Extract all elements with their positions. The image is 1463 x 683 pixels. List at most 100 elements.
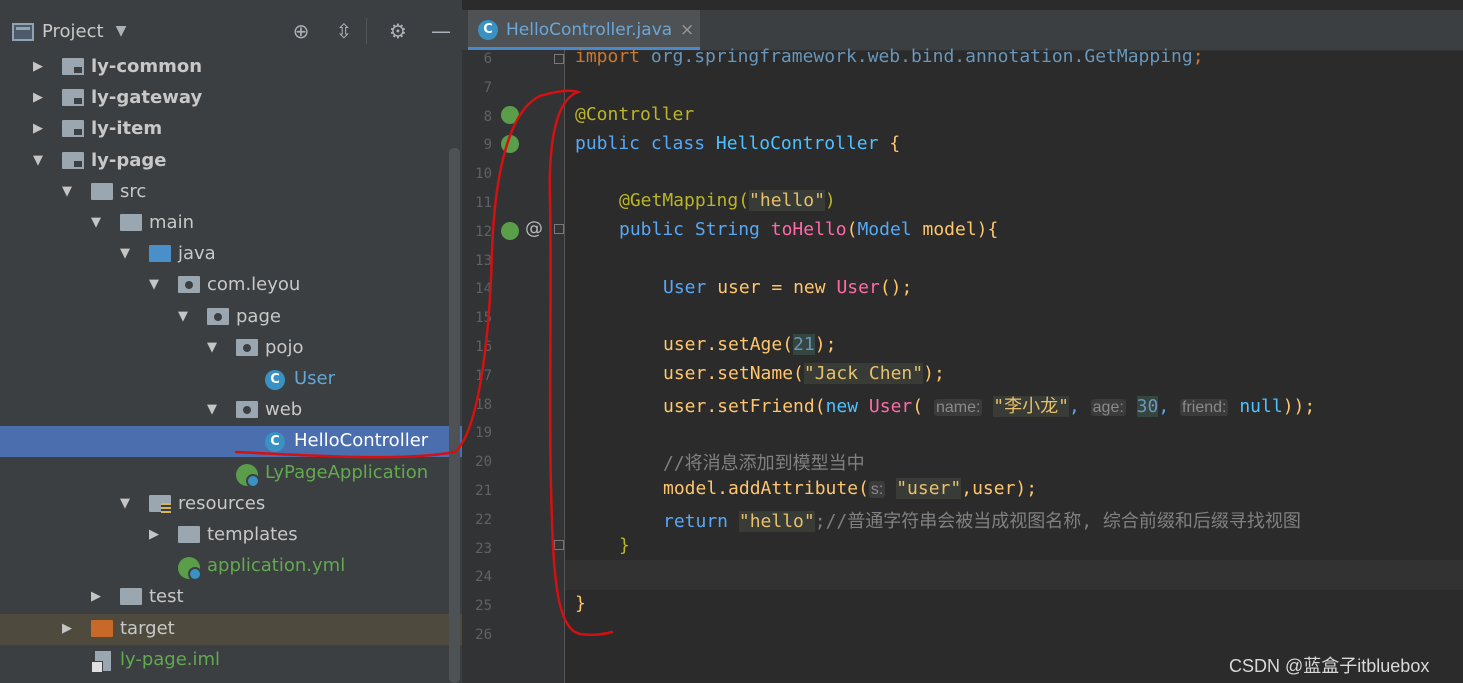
string-literal: "hello"	[749, 190, 825, 211]
code-line-18[interactable]: user.setFriend(new User( name: "李小龙", ag…	[663, 392, 1315, 418]
tree-item-page[interactable]: ▼ page	[0, 302, 462, 333]
chevron-down-icon[interactable]: ▼	[120, 246, 134, 262]
collapse-icon[interactable]: ⇳	[331, 18, 357, 44]
folder-icon	[120, 588, 142, 605]
tree-item-web[interactable]: ▼ web	[0, 395, 462, 426]
paren: );	[923, 363, 945, 384]
spring-bean-icon[interactable]	[501, 135, 519, 153]
close-icon[interactable]: ×	[680, 20, 694, 40]
chevron-down-icon[interactable]: ▼	[33, 153, 47, 169]
string-literal: "user"	[896, 478, 962, 499]
param-hint: age:	[1090, 399, 1126, 416]
brace: {	[889, 133, 901, 154]
tree-item-main[interactable]: ▼ main	[0, 208, 462, 239]
comment: ;//普通字符串会被当成视图名称, 综合前缀和后缀寻找视图	[814, 511, 1301, 532]
class-icon: C	[478, 20, 498, 40]
code-line-12[interactable]: public String toHello(Model model){	[619, 219, 998, 240]
at-icon[interactable]: @	[525, 220, 543, 238]
variable: user	[717, 277, 761, 298]
chevron-down-icon[interactable]: ▼	[149, 277, 163, 293]
tree-item-lypageapplication[interactable]: LyPageApplication	[0, 458, 462, 489]
code-line-11[interactable]: @GetMapping("hello")	[619, 190, 836, 211]
tree-item-ly-gateway[interactable]: ▶ ly-gateway	[0, 83, 462, 114]
gear-icon[interactable]: ⚙	[385, 18, 411, 44]
tab-hellocontroller[interactable]: C HelloController.java ×	[468, 10, 700, 50]
chevron-right-icon[interactable]: ▶	[91, 589, 105, 605]
locate-icon[interactable]: ⊕	[288, 18, 314, 44]
tree-item-ly-item[interactable]: ▶ ly-item	[0, 114, 462, 145]
line-number: 26	[475, 627, 492, 643]
spring-mapping-icon[interactable]	[501, 222, 519, 240]
code-line-17[interactable]: user.setName("Jack Chen");	[663, 363, 945, 384]
code-line-20[interactable]: //将消息添加到模型当中	[663, 449, 865, 475]
chevron-right-icon[interactable]: ▶	[33, 121, 47, 137]
comment: //将消息添加到模型当中	[663, 453, 865, 474]
tree-item-java[interactable]: ▼ java	[0, 239, 462, 270]
chevron-down-icon[interactable]: ▼	[207, 340, 221, 356]
chevron-right-icon[interactable]: ▶	[149, 527, 163, 543]
tree-item-com-leyou[interactable]: ▼ com.leyou	[0, 270, 462, 301]
scrollbar[interactable]	[449, 148, 460, 683]
code-line-22[interactable]: return "hello";//普通字符串会被当成视图名称, 综合前缀和后缀寻…	[663, 507, 1301, 533]
tab-bar: C HelloController.java ×	[462, 10, 1463, 51]
keyword: new	[825, 396, 859, 417]
chevron-right-icon[interactable]: ▶	[33, 59, 47, 75]
tree-item-ly-page[interactable]: ▼ ly-page	[0, 146, 462, 177]
minimize-icon[interactable]: —	[428, 18, 454, 44]
tree-item-label: ly-page	[91, 150, 167, 171]
keyword: null	[1239, 396, 1283, 417]
line-number: 7	[483, 79, 492, 96]
fold-marker[interactable]	[554, 54, 564, 64]
code-line-14[interactable]: User user = new User();	[663, 277, 912, 298]
line-number: 18	[475, 396, 492, 413]
code-line-25[interactable]: }	[575, 593, 586, 614]
code-line-9[interactable]: public class HelloController {	[575, 133, 900, 154]
chevron-down-icon[interactable]: ▼	[91, 215, 105, 231]
chevron-down-icon[interactable]: ▼	[207, 402, 221, 418]
package-icon	[207, 308, 229, 325]
keyword: return	[663, 511, 729, 532]
tree-item-src[interactable]: ▼ src	[0, 177, 462, 208]
tree-item-label: pojo	[265, 337, 304, 358]
code-line-8[interactable]: @Controller	[575, 104, 694, 125]
tree-item-application-yml[interactable]: application.yml	[0, 551, 462, 582]
code-line-6[interactable]: import org.springframework.web.bind.anno…	[575, 46, 1204, 67]
method-name: toHello	[770, 219, 847, 240]
line-number: 11	[475, 195, 492, 211]
line-number: 16	[475, 339, 492, 355]
tree-item-label: User	[294, 368, 336, 389]
tree-item-target[interactable]: ▶ target	[0, 614, 462, 645]
fold-marker[interactable]	[554, 224, 564, 234]
spring-bean-icon[interactable]	[501, 106, 519, 124]
project-title[interactable]: Project	[42, 21, 104, 42]
line-number: 10	[475, 166, 492, 183]
line-number: 24	[475, 569, 492, 586]
tree-item-resources[interactable]: ▼ resources	[0, 489, 462, 520]
method-call: user.setName(	[663, 363, 804, 384]
tree-item-ly-common[interactable]: ▶ ly-common	[0, 52, 462, 83]
line-number: 20	[475, 454, 492, 471]
tree-item-test[interactable]: ▶ test	[0, 582, 462, 613]
spring-boot-class-icon	[236, 464, 260, 488]
fold-marker[interactable]	[554, 540, 564, 550]
keyword: public	[619, 219, 685, 240]
brace: }	[575, 593, 586, 614]
paren: );	[814, 334, 837, 355]
tree-item-label: templates	[207, 524, 298, 545]
folder-icon	[178, 526, 200, 543]
tree-item-label: main	[149, 212, 194, 233]
code-line-23[interactable]: }	[619, 535, 630, 556]
chevron-right-icon[interactable]: ▶	[33, 90, 47, 106]
chevron-down-icon[interactable]: ▼	[120, 496, 134, 512]
tree-item-user[interactable]: C User	[0, 364, 462, 395]
tree-item-templates[interactable]: ▶ templates	[0, 520, 462, 551]
code-line-21[interactable]: model.addAttribute(s: "user",user);	[663, 478, 1037, 499]
tree-item-pojo[interactable]: ▼ pojo	[0, 333, 462, 364]
code-line-16[interactable]: user.setAge(21);	[663, 334, 836, 355]
chevron-down-icon[interactable]: ▼	[62, 184, 76, 200]
chevron-down-icon[interactable]: ▼	[178, 309, 192, 325]
chevron-right-icon[interactable]: ▶	[62, 621, 76, 637]
tree-item-ly-page-iml[interactable]: ly-page.iml	[0, 645, 462, 676]
tree-item-hellocontroller[interactable]: C HelloController	[0, 426, 462, 457]
dropdown-arrow-icon[interactable]: ▼	[108, 18, 134, 44]
